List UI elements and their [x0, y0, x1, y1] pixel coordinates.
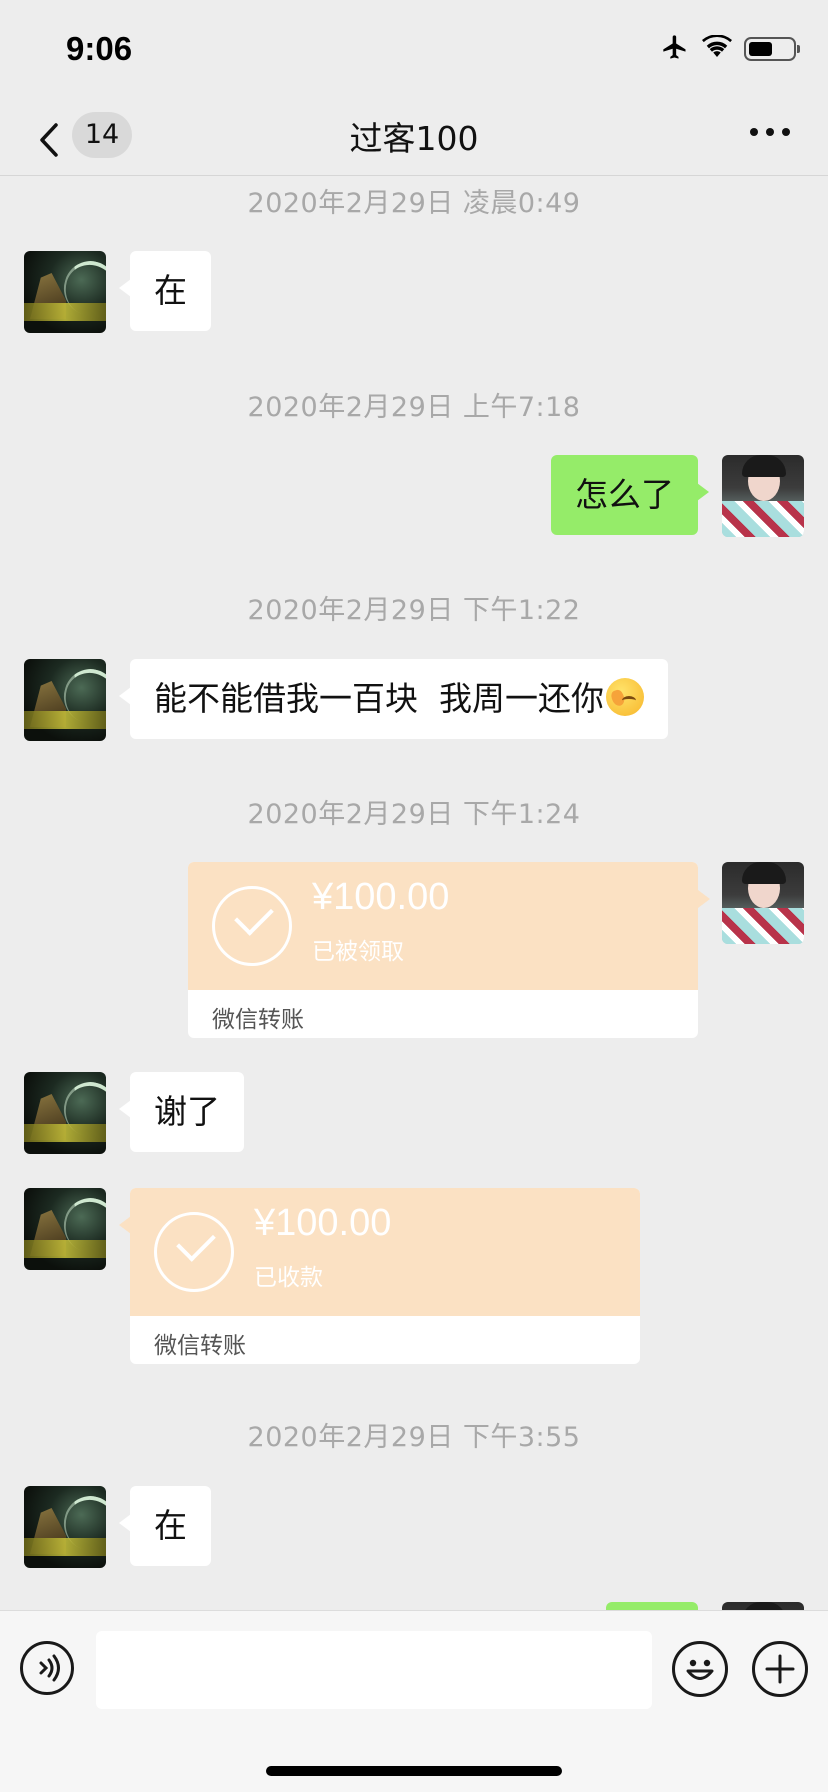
bubble-tail: [698, 890, 710, 908]
input-bar: [0, 1610, 828, 1792]
status-bar: 9:06: [0, 0, 828, 100]
more-button[interactable]: [748, 122, 792, 142]
transfer-card-sent[interactable]: ¥100.00 已被领取 微信转账: [188, 862, 698, 1038]
contact-avatar[interactable]: [24, 1486, 106, 1568]
emoji-button[interactable]: [672, 1641, 728, 1697]
message-text: 能不能借我一百块 我周一还你: [154, 679, 604, 718]
received-message[interactable]: 能不能借我一百块 我周一还你: [119, 659, 668, 739]
face-with-hand-over-eyes-icon: [605, 678, 644, 716]
contact-avatar[interactable]: [24, 1072, 106, 1154]
sent-message-partial[interactable]: [606, 1602, 698, 1610]
transfer-label: 微信转账: [212, 1007, 304, 1033]
status-icons: [660, 32, 800, 66]
transfer-amount: ¥100.00: [254, 1202, 392, 1244]
chat-header: 14 过客100: [0, 100, 828, 176]
transfer-amount: ¥100.00: [312, 876, 450, 918]
received-message[interactable]: 在: [119, 1486, 211, 1566]
voice-icon: [39, 1654, 60, 1682]
message-timestamp: 2020年2月29日 凌晨0:49: [247, 188, 581, 219]
battery-icon: [744, 37, 800, 61]
received-message[interactable]: 在: [119, 251, 211, 331]
my-avatar[interactable]: [722, 862, 804, 944]
plus-button[interactable]: [752, 1641, 808, 1697]
transfer-card-body: ¥100.00 已被领取: [188, 862, 698, 990]
more-icon: [750, 128, 790, 136]
message-timestamp: 2020年2月29日 下午3:55: [247, 1422, 581, 1453]
transfer-card-received[interactable]: ¥100.00 已收款 微信转账: [130, 1188, 640, 1364]
message-timestamp: 2020年2月29日 上午7:18: [247, 392, 581, 423]
message-timestamp: 2020年2月29日 下午1:22: [247, 595, 581, 626]
transfer-status: 已收款: [254, 1265, 323, 1291]
voice-button[interactable]: [20, 1641, 74, 1695]
my-avatar[interactable]: [722, 1602, 804, 1610]
check-circle-icon: [154, 1212, 234, 1292]
status-time: 9:06: [66, 30, 133, 67]
check-circle-icon: [212, 886, 292, 966]
contact-avatar[interactable]: [24, 659, 106, 741]
chat-title: 过客100: [349, 119, 479, 158]
message-input[interactable]: [96, 1631, 652, 1709]
battery-level: [749, 42, 773, 56]
transfer-card-body: ¥100.00 已收款: [130, 1188, 640, 1316]
transfer-label: 微信转账: [154, 1333, 246, 1359]
message-timestamp: 2020年2月29日 下午1:24: [247, 799, 581, 830]
message-list[interactable]: 2020年2月29日 凌晨0:49 在 2020年2月29日 上午7:18 怎么…: [0, 177, 828, 1610]
my-avatar[interactable]: [722, 455, 804, 537]
wifi-icon: [702, 34, 732, 63]
emoji-icon: [686, 1659, 714, 1680]
received-message[interactable]: 谢了: [119, 1072, 244, 1152]
airplane-icon: [660, 33, 690, 65]
contact-avatar[interactable]: [24, 1188, 106, 1270]
home-indicator: [266, 1766, 562, 1776]
bubble-tail: [119, 1216, 131, 1234]
transfer-status: 已被领取: [312, 939, 404, 965]
plus-icon: [765, 1654, 795, 1684]
sent-message[interactable]: 怎么了: [551, 455, 709, 535]
contact-avatar[interactable]: [24, 251, 106, 333]
